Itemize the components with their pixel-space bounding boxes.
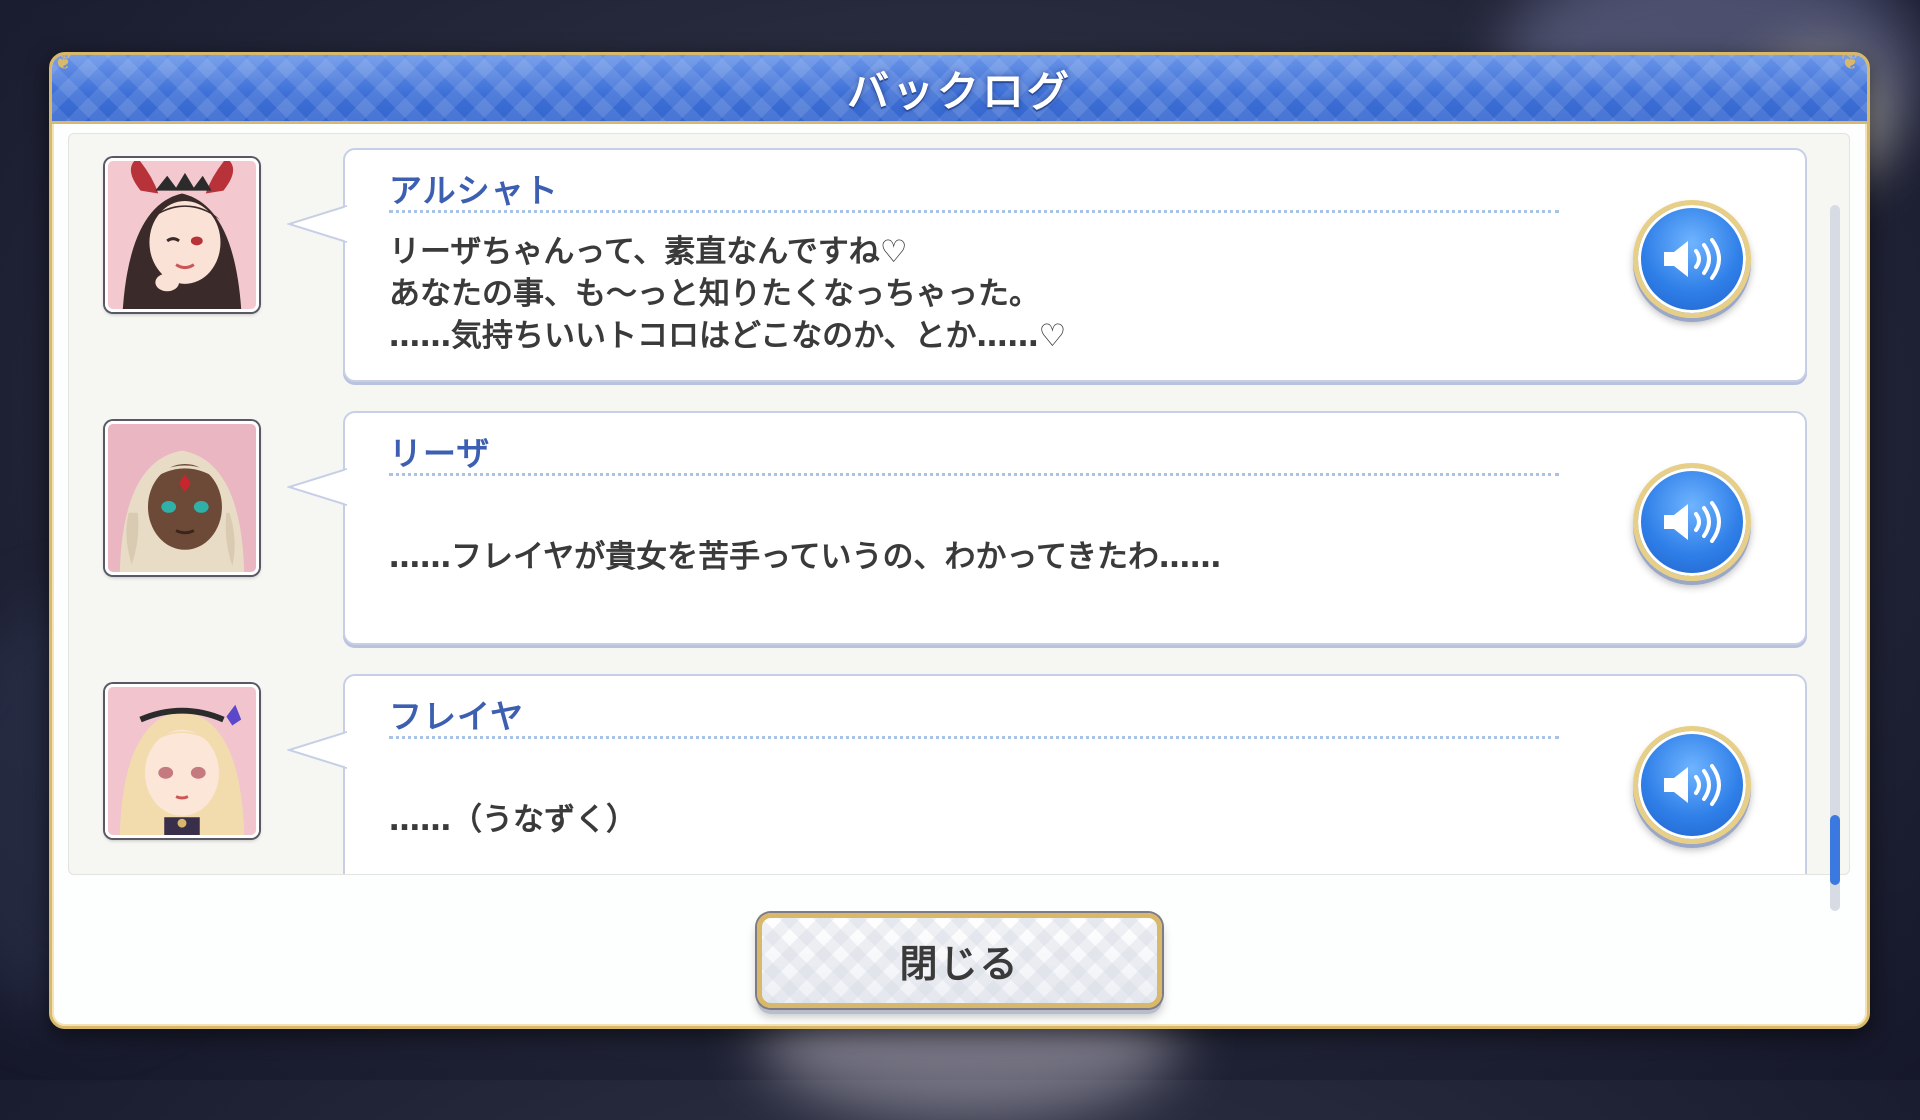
ornament-icon: ❦ [54,50,73,75]
portrait-image [108,424,256,572]
dialog-title: バックログ [846,66,1072,116]
speaker-volume-icon [1664,764,1721,806]
character-portrait [105,158,259,312]
bubble-tail [287,731,347,769]
voice-replay-button[interactable] [1633,463,1751,581]
speaker-name: フレイヤ [389,697,525,736]
divider [389,210,1559,213]
dialogue-line: あなたの事、も〜っと知りたくなっちゃった。 [389,276,1040,312]
log-entry: フレイヤ ……（うなずく） [69,670,1849,874]
log-entry: アルシャト リーザちゃんって、素直なんですね♡ あなたの事、も〜っと知りたくなっ… [69,144,1849,384]
scrollbar-track[interactable] [1830,205,1840,911]
character-portrait [105,684,259,838]
portrait-image [108,161,256,309]
close-button-label: 閉じる [899,942,1020,986]
speaker-name: アルシャト [389,171,559,210]
bubble-tail [287,205,347,243]
speaker-volume-icon [1664,238,1721,280]
scrollbar-thumb[interactable] [1830,815,1840,885]
close-button[interactable]: 閉じる [757,913,1162,1008]
backlog-dialog: ❦ バックログ ❦ アルシャト リーザちゃんって、素直なんですね♡ あなたの事、… [49,51,1870,1029]
dialog-header: ❦ バックログ ❦ [52,51,1867,124]
dialogue-bubble: リーザ ……フレイヤが貴女を苦手っていうの、わかってきたわ…… [287,411,1807,645]
backlog-list[interactable]: アルシャト リーザちゃんって、素直なんですね♡ あなたの事、も〜っと知りたくなっ… [68,133,1850,875]
dialogue-bubble: フレイヤ ……（うなずく） [287,674,1807,874]
speaker-volume-icon [1664,501,1721,543]
voice-replay-button[interactable] [1633,726,1751,844]
voice-replay-button[interactable] [1633,200,1751,318]
dialogue-line: ……（うなずく） [389,802,637,838]
speaker-name: リーザ [389,434,491,473]
character-portrait [105,421,259,575]
dialogue-bubble: アルシャト リーザちゃんって、素直なんですね♡ あなたの事、も〜っと知りたくなっ… [287,148,1807,382]
dialogue-line: リーザちゃんって、素直なんですね♡ [389,234,908,270]
bubble-tail [287,468,347,506]
divider [389,473,1559,476]
ornament-icon: ❦ [1841,50,1860,75]
divider [389,736,1559,739]
dialogue-line: ……気持ちいいトコロはどこなのか、とか……♡ [389,318,1067,354]
portrait-image [108,687,256,835]
dialogue-line: ……フレイヤが貴女を苦手っていうの、わかってきたわ…… [389,539,1222,575]
log-entry: リーザ ……フレイヤが貴女を苦手っていうの、わかってきたわ…… [69,407,1849,647]
